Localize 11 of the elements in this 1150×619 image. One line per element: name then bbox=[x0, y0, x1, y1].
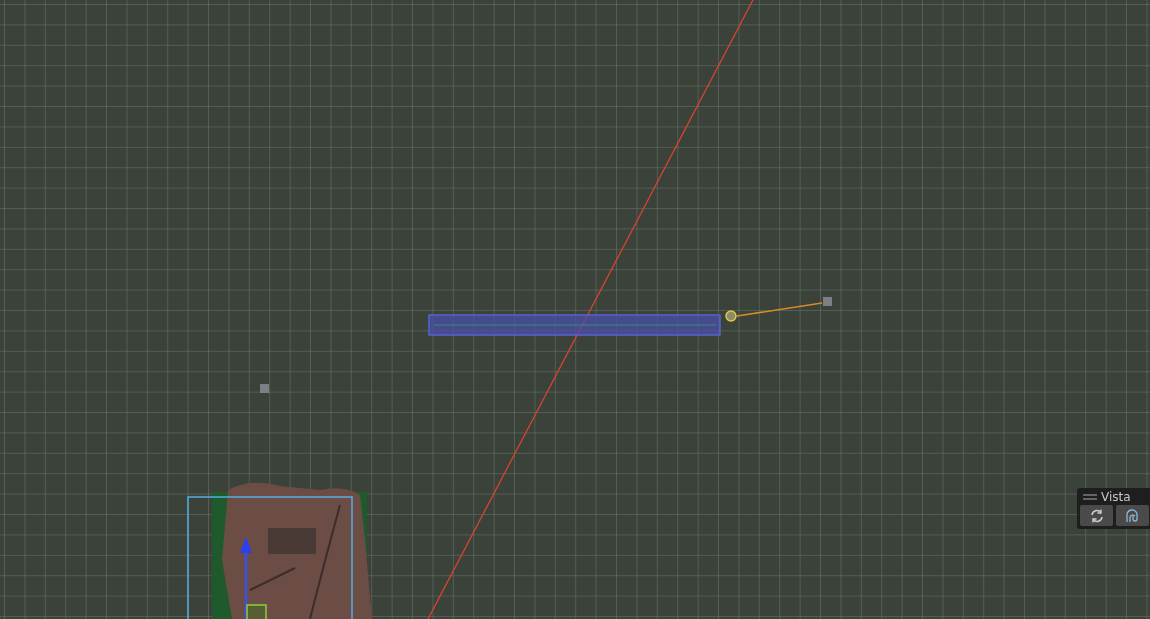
drag-handle-icon[interactable] bbox=[1083, 494, 1097, 500]
plane-handle[interactable] bbox=[246, 604, 267, 619]
light-gizmo-icon[interactable] bbox=[725, 297, 832, 322]
point-marker[interactable] bbox=[260, 384, 269, 393]
swirl-icon bbox=[1124, 507, 1141, 524]
terrain-object-drawing[interactable] bbox=[187, 482, 372, 619]
rotate-icon bbox=[1088, 507, 1105, 524]
flythrough-button[interactable] bbox=[1116, 505, 1149, 526]
panel-title: Vista bbox=[1101, 490, 1131, 504]
orbit-button[interactable] bbox=[1080, 505, 1113, 526]
move-arrow-icon[interactable] bbox=[240, 537, 252, 619]
